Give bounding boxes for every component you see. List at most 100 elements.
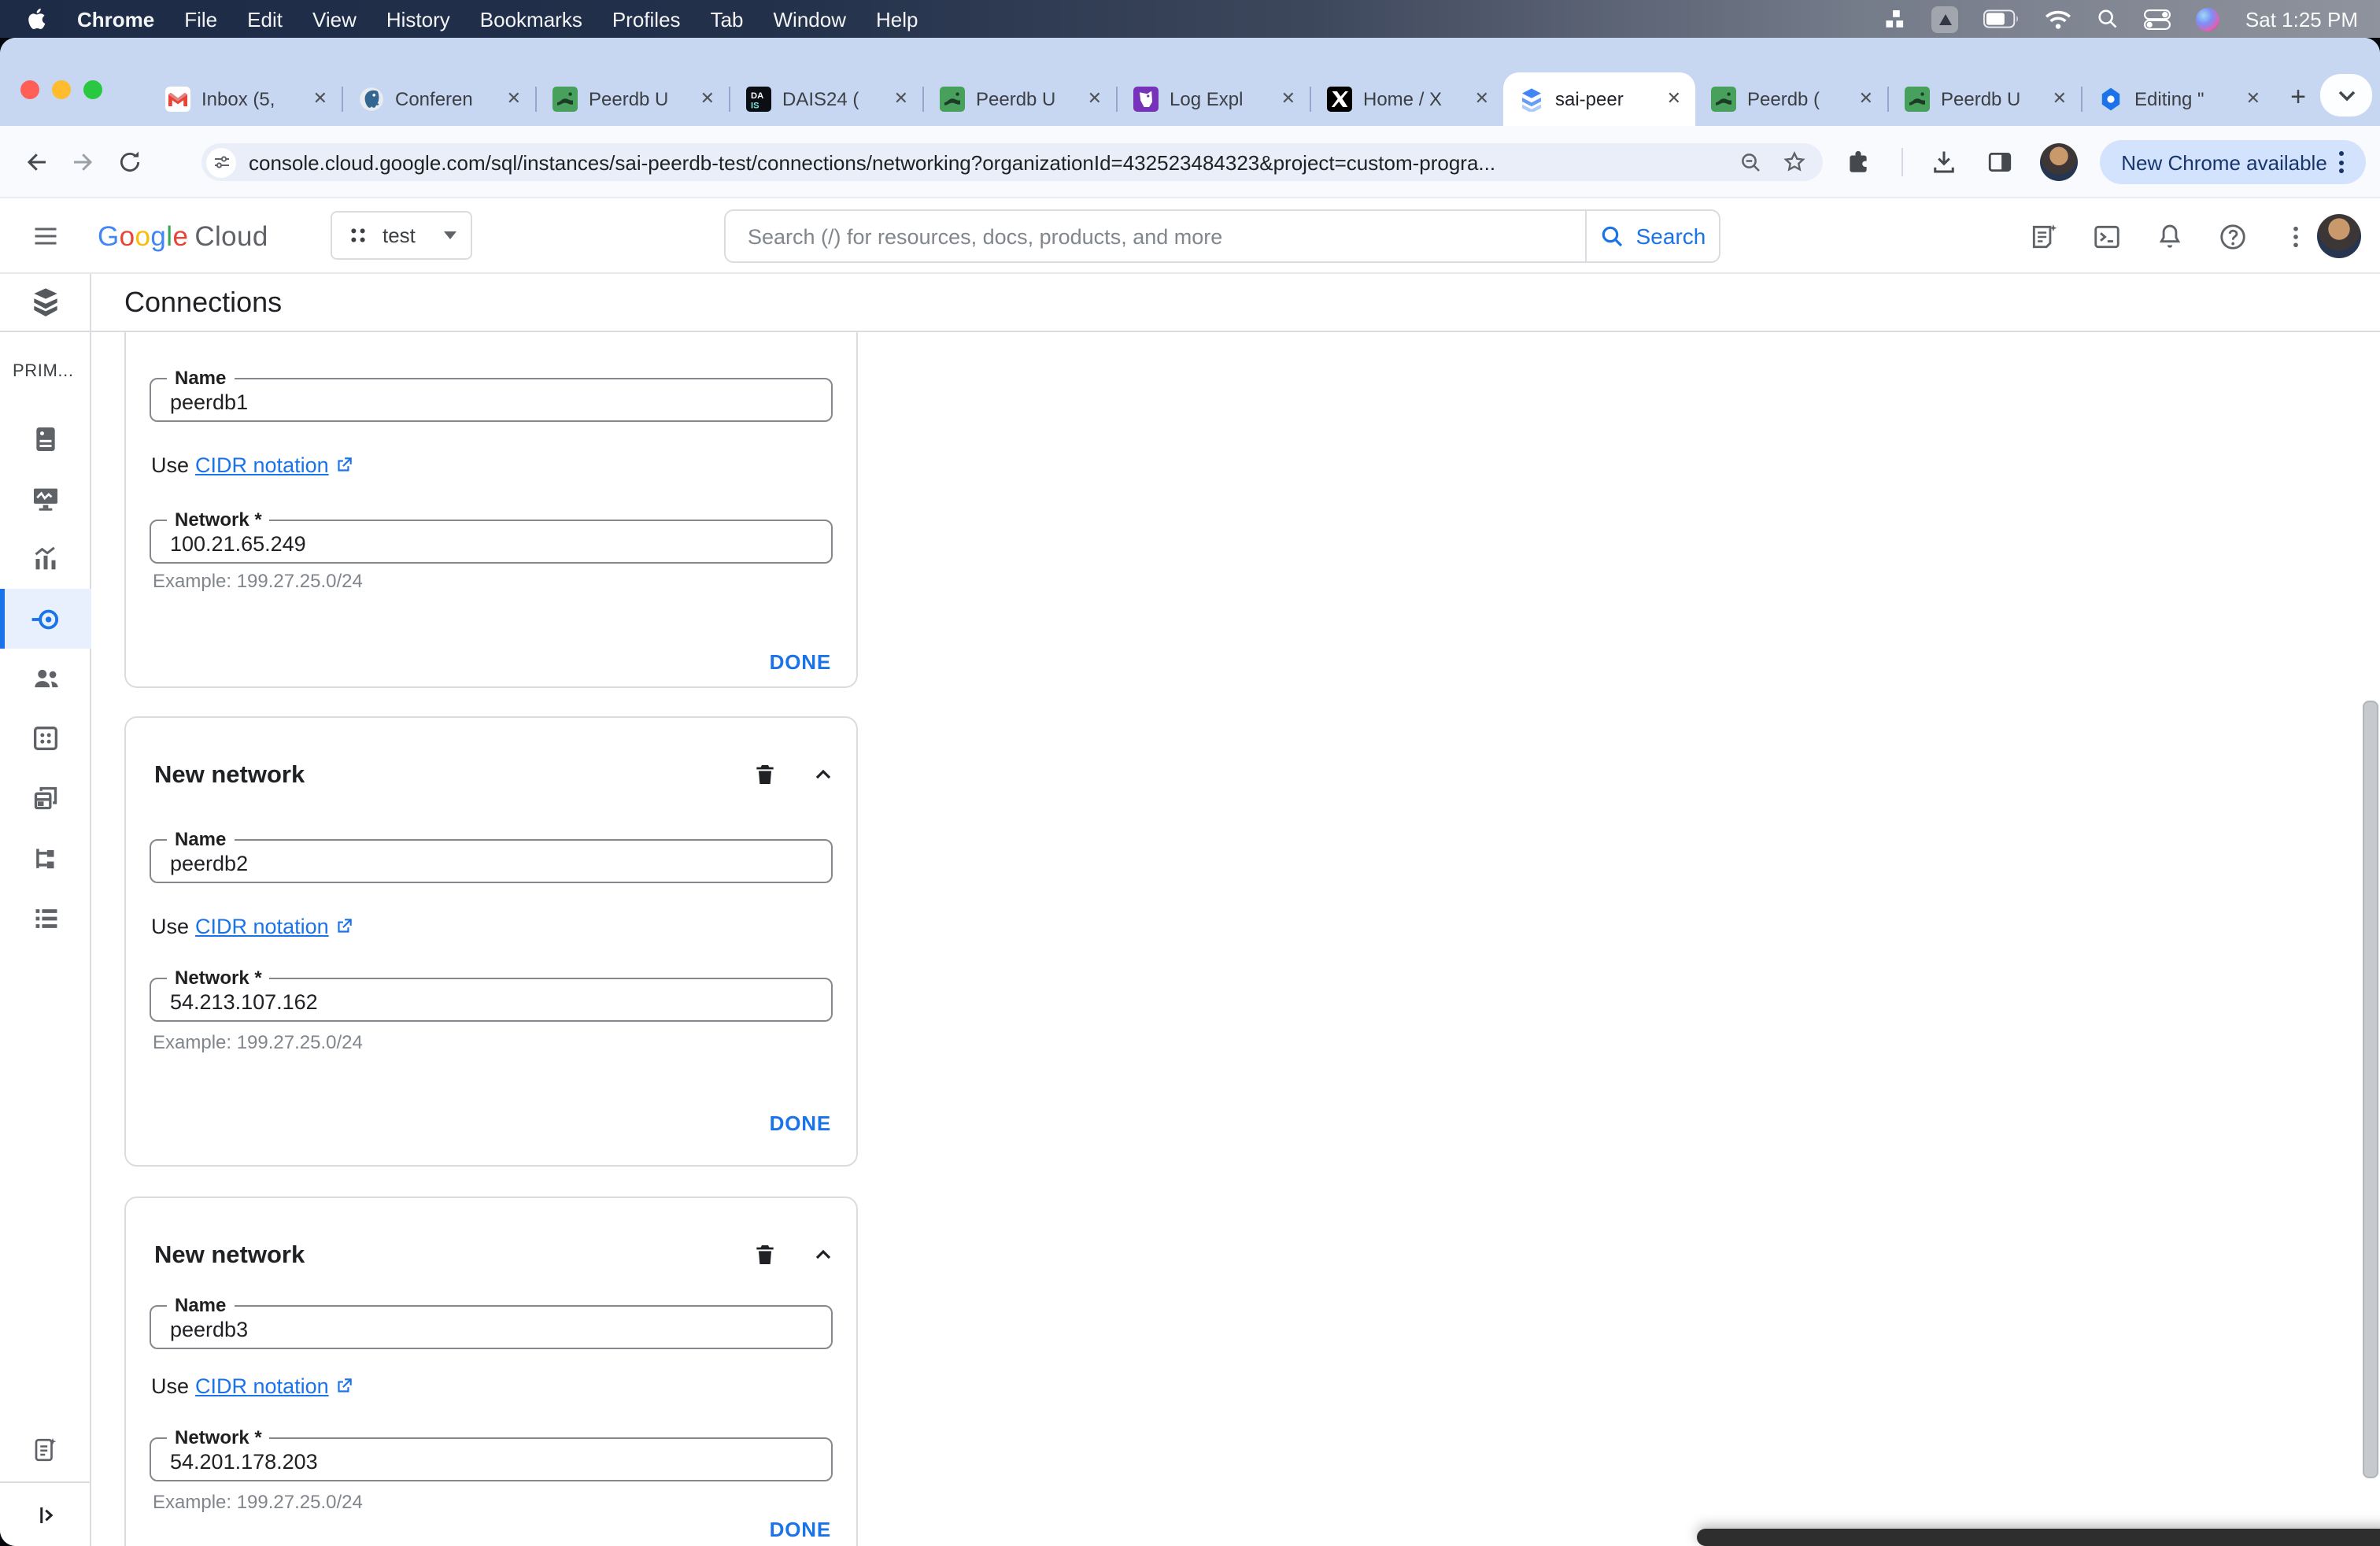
apple-menu-icon[interactable] <box>25 6 47 31</box>
side-panel-button[interactable] <box>1986 148 2013 175</box>
downloads-button[interactable] <box>1930 147 1958 176</box>
back-button[interactable] <box>22 147 50 176</box>
delete-trash-icon[interactable] <box>752 1241 778 1269</box>
url-input[interactable] <box>249 150 1739 174</box>
battery-icon[interactable] <box>1983 9 2020 28</box>
menu-item-window[interactable]: Window <box>774 7 847 31</box>
sidebar-item-monitoring[interactable] <box>0 469 91 529</box>
cloud-shell-icon[interactable] <box>2092 221 2122 251</box>
control-center-icon[interactable] <box>2144 9 2171 29</box>
sidebar-collapse-button[interactable] <box>0 1483 91 1546</box>
tab-close-icon[interactable]: ✕ <box>2053 90 2067 108</box>
tab-close-icon[interactable]: ✕ <box>1281 90 1295 108</box>
sidebar-item-operations[interactable] <box>0 888 91 948</box>
name-field-label: Name <box>167 828 235 850</box>
browser-tab-2[interactable]: Conferen ✕ <box>343 72 535 126</box>
kebab-menu-icon[interactable] <box>2281 221 2311 251</box>
close-window-button[interactable] <box>20 80 39 99</box>
connections-icon <box>29 602 62 635</box>
sidebar-item-system-insights[interactable] <box>0 529 91 589</box>
reload-button[interactable] <box>116 148 143 175</box>
gc-search-button[interactable]: Search <box>1587 211 1719 261</box>
menu-item-help[interactable]: Help <box>876 7 918 31</box>
omnibox[interactable] <box>201 143 1823 181</box>
window-tiles-icon[interactable] <box>1887 9 1907 29</box>
sidebar-item-replicas[interactable] <box>0 828 91 888</box>
browser-tab-8-active[interactable]: sai-peer ✕ <box>1503 72 1695 126</box>
sidebar-item-users[interactable] <box>0 649 91 708</box>
back-arrow-icon <box>27 153 46 170</box>
tab-close-icon[interactable]: ✕ <box>1859 90 1873 108</box>
browser-tab-7[interactable]: Home / X ✕ <box>1311 72 1503 126</box>
gc-logo[interactable]: Google Cloud <box>98 220 268 253</box>
gc-nav-menu-button[interactable] <box>31 222 60 250</box>
gc-account-avatar[interactable] <box>2317 214 2361 258</box>
forward-button[interactable] <box>69 147 98 176</box>
menu-item-profiles[interactable]: Profiles <box>612 7 681 31</box>
browser-tab-3[interactable]: Peerdb U ✕ <box>537 72 729 126</box>
site-settings-button[interactable] <box>206 147 236 177</box>
tab-search-button[interactable] <box>2320 74 2372 117</box>
sidebar-item-backups[interactable] <box>0 768 91 828</box>
menu-item-chrome[interactable]: Chrome <box>77 7 154 31</box>
svg-text:IS: IS <box>751 102 759 111</box>
release-notes-icon[interactable] <box>2029 221 2059 251</box>
browser-tab-6[interactable]: Log Expl ✕ <box>1118 72 1310 126</box>
sidebar-item-databases[interactable] <box>0 708 91 768</box>
cidr-notation-link[interactable]: CIDR notation <box>195 1374 354 1398</box>
bookmark-star-icon[interactable] <box>1782 150 1807 175</box>
chrome-update-chip[interactable]: New Chrome available <box>2100 140 2366 184</box>
help-icon[interactable] <box>2218 221 2248 251</box>
name-input[interactable] <box>151 1307 831 1348</box>
tab-close-icon[interactable]: ✕ <box>313 90 327 108</box>
collapse-chevron-up-icon[interactable] <box>811 1242 836 1267</box>
menu-item-file[interactable]: File <box>184 7 217 31</box>
gc-search-bar[interactable]: Search (/) for resources, docs, products… <box>724 209 1720 263</box>
tab-close-icon[interactable]: ✕ <box>507 90 521 108</box>
zoom-window-button[interactable] <box>83 80 102 99</box>
browser-tab-4[interactable]: DA IS DAIS24 (✕ <box>730 72 922 126</box>
project-selector[interactable]: test <box>331 211 472 260</box>
menu-item-edit[interactable]: Edit <box>247 7 283 31</box>
cloud-sql-product-icon[interactable] <box>0 274 91 331</box>
cidr-notation-link[interactable]: CIDR notation <box>195 915 354 938</box>
collapse-chevron-up-icon[interactable] <box>811 762 836 787</box>
browser-tab-9[interactable]: Peerdb (✕ <box>1695 72 1887 126</box>
new-tab-button[interactable]: + <box>2278 77 2319 118</box>
menu-item-tab[interactable]: Tab <box>711 7 744 31</box>
browser-menu-icon[interactable] <box>2339 151 2345 173</box>
spotlight-icon[interactable] <box>2097 8 2119 30</box>
cidr-notation-link[interactable]: CIDR notation <box>195 453 354 477</box>
menu-item-history[interactable]: History <box>386 7 450 31</box>
tab-close-icon[interactable]: ✕ <box>1667 90 1681 108</box>
wifi-icon[interactable] <box>2046 9 2072 29</box>
done-button[interactable]: DONE <box>770 650 831 674</box>
siri-icon[interactable] <box>2196 7 2220 31</box>
tab-close-icon[interactable]: ✕ <box>1475 90 1489 108</box>
name-input[interactable] <box>151 379 831 420</box>
vertical-scrollbar[interactable] <box>2363 701 2378 1478</box>
tab-close-icon[interactable]: ✕ <box>894 90 908 108</box>
done-button[interactable]: DONE <box>770 1111 831 1135</box>
zoom-out-icon[interactable] <box>1739 150 1763 174</box>
app-triangle-icon[interactable] <box>1931 6 1959 32</box>
menu-item-bookmarks[interactable]: Bookmarks <box>480 7 582 31</box>
browser-tab-10[interactable]: Peerdb U ✕ <box>1889 72 2081 126</box>
tab-close-icon[interactable]: ✕ <box>700 90 715 108</box>
extensions-button[interactable] <box>1845 148 1872 175</box>
browser-tab-1[interactable]: Inbox (5, ✕ <box>150 72 342 126</box>
name-input[interactable] <box>151 841 831 882</box>
sidebar-item-release-notes[interactable] <box>0 1418 91 1481</box>
minimize-window-button[interactable] <box>52 80 71 99</box>
browser-profile-avatar[interactable] <box>2040 142 2078 180</box>
done-button[interactable]: DONE <box>770 1518 831 1541</box>
sidebar-item-overview[interactable] <box>0 409 91 469</box>
menu-item-view[interactable]: View <box>312 7 357 31</box>
browser-tab-5[interactable]: Peerdb U ✕ <box>924 72 1116 126</box>
delete-trash-icon[interactable] <box>752 760 778 789</box>
notifications-bell-icon[interactable] <box>2155 221 2185 251</box>
sidebar-item-connections[interactable] <box>0 589 91 649</box>
tab-close-icon[interactable]: ✕ <box>1088 90 1102 108</box>
tab-close-icon[interactable]: ✕ <box>2246 90 2260 108</box>
browser-tab-11[interactable]: Editing " ✕ <box>2082 72 2275 126</box>
